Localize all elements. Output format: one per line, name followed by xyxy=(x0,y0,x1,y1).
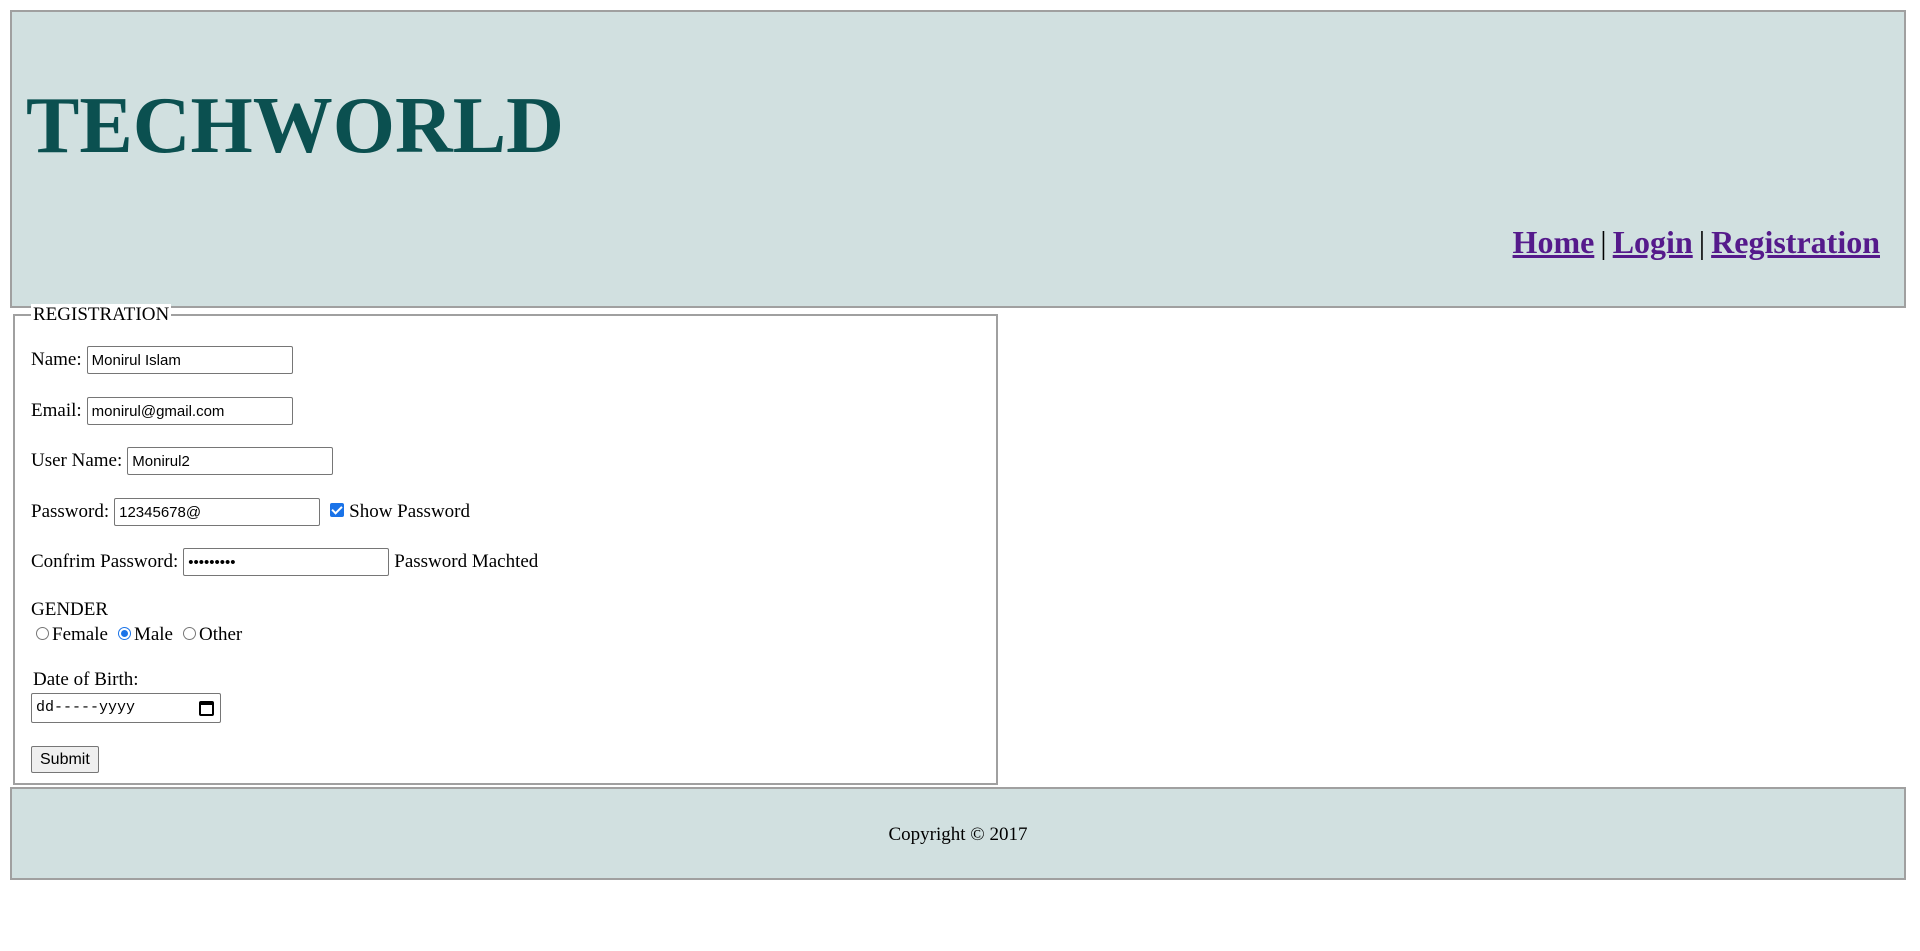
nav-bar: Home | Login | Registration xyxy=(1513,222,1880,262)
copyright-text: Copyright © 2017 xyxy=(888,824,1028,845)
username-input[interactable] xyxy=(127,447,334,475)
page: TECHWORLD Home | Login | Registration REGIST… xyxy=(0,0,1920,951)
dob-label-row: Date of Birth: xyxy=(33,668,139,692)
nav-home-link[interactable]: Home xyxy=(1513,224,1595,260)
nav-login-link[interactable]: Login xyxy=(1613,224,1693,260)
site-title: TECHWORLD xyxy=(26,82,564,170)
email-row: Email: xyxy=(31,397,293,425)
footer: Copyright © 2017 xyxy=(10,787,1906,880)
password-match-status: Password Machted xyxy=(394,551,539,572)
password-row: Password: Show Password xyxy=(31,498,470,526)
name-label: Name: xyxy=(31,349,82,370)
submit-row: Submit xyxy=(31,746,99,773)
gender-options-row: Female Male Other xyxy=(31,623,242,647)
nav-registration-link[interactable]: Registration xyxy=(1711,224,1880,260)
username-row: User Name: xyxy=(31,447,334,475)
header: TECHWORLD Home | Login | Registration xyxy=(10,10,1906,308)
registration-legend: REGISTRATION xyxy=(31,304,172,326)
show-password-label: Show Password xyxy=(349,501,470,522)
gender-male-label: Male xyxy=(133,624,173,645)
gender-male-radio[interactable] xyxy=(117,626,131,640)
password-label: Password: xyxy=(31,501,110,522)
confirm-password-label: Confrim Password: xyxy=(31,551,179,572)
registration-fieldset: REGISTRATION Name: Email: User Name: Pas… xyxy=(13,304,998,785)
name-row: Name: xyxy=(31,346,293,374)
gender-female-radio[interactable] xyxy=(36,626,49,640)
password-input[interactable] xyxy=(114,498,321,526)
gender-heading-row: GENDER xyxy=(31,598,108,622)
gender-female-label: Female xyxy=(52,624,108,645)
show-password-checkbox[interactable] xyxy=(330,503,345,517)
username-label: User Name: xyxy=(31,450,123,471)
dob-label: Date of Birth: xyxy=(33,669,139,690)
confirm-password-row: Confrim Password: Password Machted xyxy=(31,548,538,576)
email-label: Email: xyxy=(31,400,82,421)
submit-button[interactable]: Submit xyxy=(31,746,99,773)
gender-label: GENDER xyxy=(31,599,109,620)
dob-placeholder: dd-----yyyy xyxy=(36,699,136,716)
calendar-icon[interactable] xyxy=(199,700,214,716)
nav-separator: | xyxy=(1698,224,1706,260)
gender-other-label: Other xyxy=(198,624,243,645)
dob-input-row: dd-----yyyy xyxy=(31,693,221,723)
dob-date-input[interactable]: dd-----yyyy xyxy=(31,693,221,723)
nav-separator: | xyxy=(1600,224,1607,260)
confirm-password-input[interactable] xyxy=(183,548,390,576)
name-input[interactable] xyxy=(86,346,293,374)
gender-other-radio[interactable] xyxy=(182,626,196,640)
email-input[interactable] xyxy=(86,397,293,425)
